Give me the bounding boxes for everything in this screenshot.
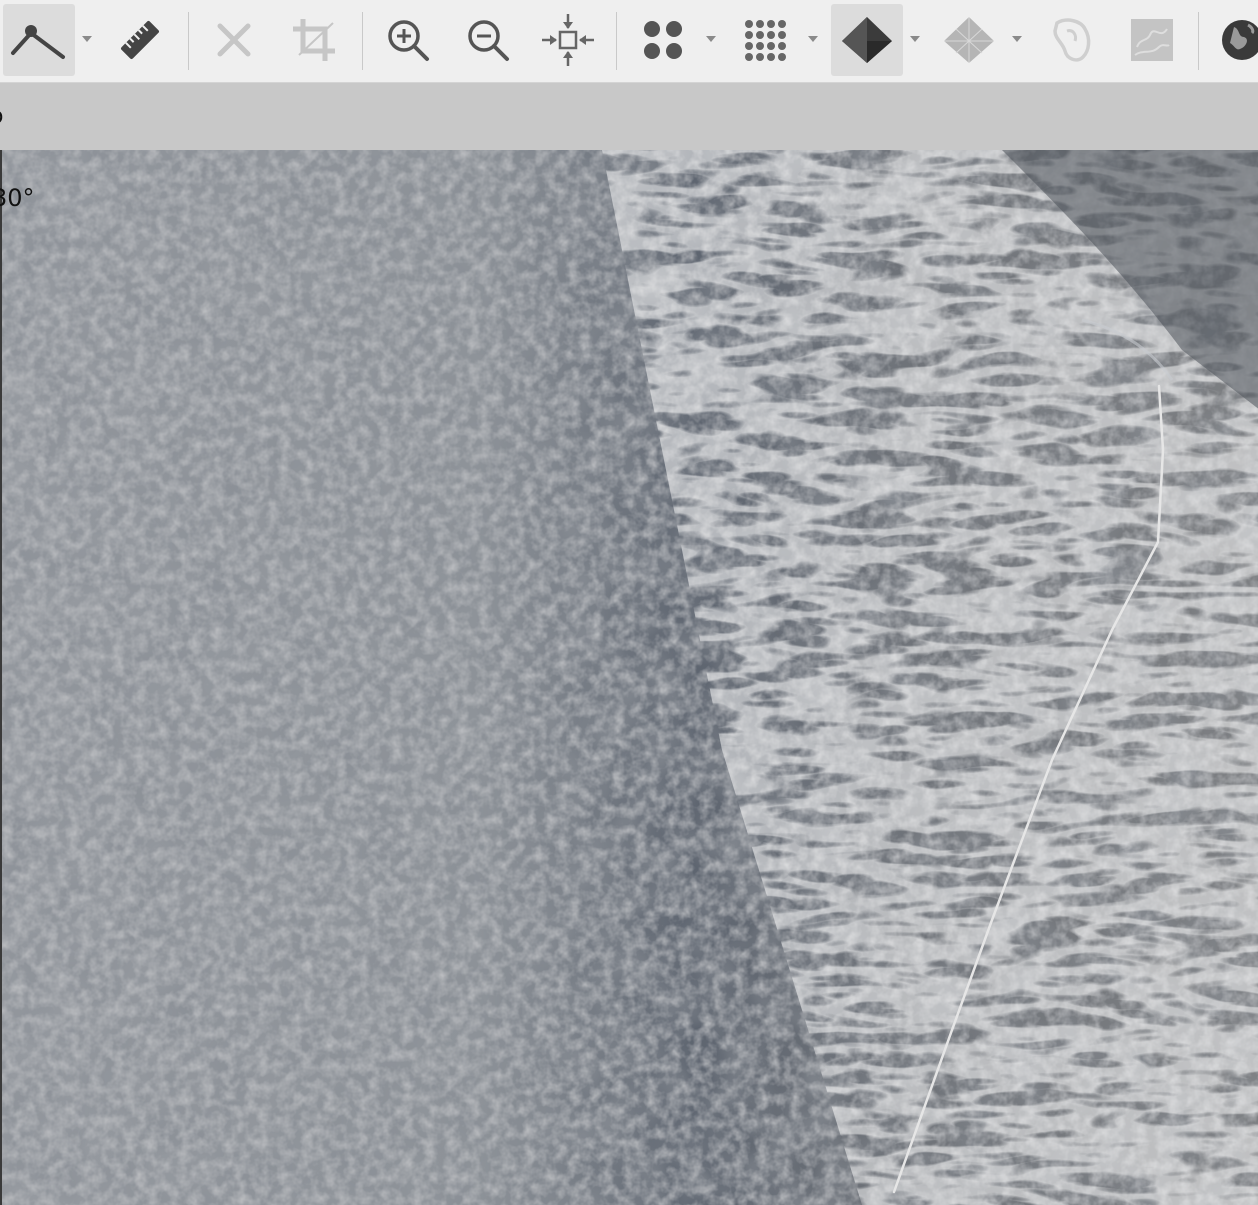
draw-polyline-tool[interactable] (3, 4, 75, 76)
globe-icon (1212, 15, 1258, 65)
globe-button[interactable] (1212, 4, 1258, 76)
textured-mesh-dropdown-arrow[interactable] (910, 36, 920, 42)
crop-icon (289, 15, 339, 65)
toolbar-separator (362, 12, 363, 70)
toolbar-separator (188, 12, 189, 70)
clear-button[interactable] (204, 4, 264, 76)
crop-button[interactable] (284, 4, 344, 76)
polyline-icon (9, 17, 69, 63)
close-icon (214, 20, 254, 60)
point-grid-dropdown-arrow[interactable] (808, 36, 818, 42)
wireframe-mesh-dropdown-arrow[interactable] (1012, 36, 1022, 42)
3d-viewport[interactable] (0, 150, 1258, 1205)
dem-button[interactable] (1122, 4, 1182, 76)
wireframe-mesh-icon (942, 15, 996, 65)
four-dots-icon (638, 15, 688, 65)
main-toolbar (0, 0, 1258, 83)
polyline-dropdown-arrow[interactable] (82, 36, 92, 42)
tiled-model-button[interactable] (1042, 4, 1102, 76)
dem-icon (1129, 17, 1175, 63)
point-size-large-button[interactable] (632, 4, 694, 76)
rock-surface-texture (2, 150, 1258, 1205)
toolbar-separator (1198, 12, 1199, 70)
zoom-in-icon (384, 16, 432, 64)
info-bar-text: o (0, 104, 3, 129)
toolbar-separator (616, 12, 617, 70)
ruler-icon (116, 16, 164, 64)
info-bar (0, 83, 1258, 150)
textured-mesh-icon (840, 15, 894, 65)
dot-grid-icon (742, 17, 788, 63)
app-window: o (0, 0, 1258, 1205)
zoom-out-icon (464, 16, 512, 64)
point-size-dropdown-arrow[interactable] (706, 36, 716, 42)
tiled-model-icon (1047, 15, 1097, 65)
textured-mesh-button[interactable] (831, 4, 903, 76)
point-grid-button[interactable] (734, 4, 796, 76)
wireframe-mesh-button[interactable] (938, 4, 1000, 76)
zoom-in-button[interactable] (378, 4, 438, 76)
zoom-extents-button[interactable] (538, 4, 598, 76)
zoom-out-button[interactable] (458, 4, 518, 76)
measure-tool[interactable] (110, 4, 170, 76)
view-angle-label: 30° (0, 184, 35, 212)
zoom-extents-icon (540, 12, 596, 68)
